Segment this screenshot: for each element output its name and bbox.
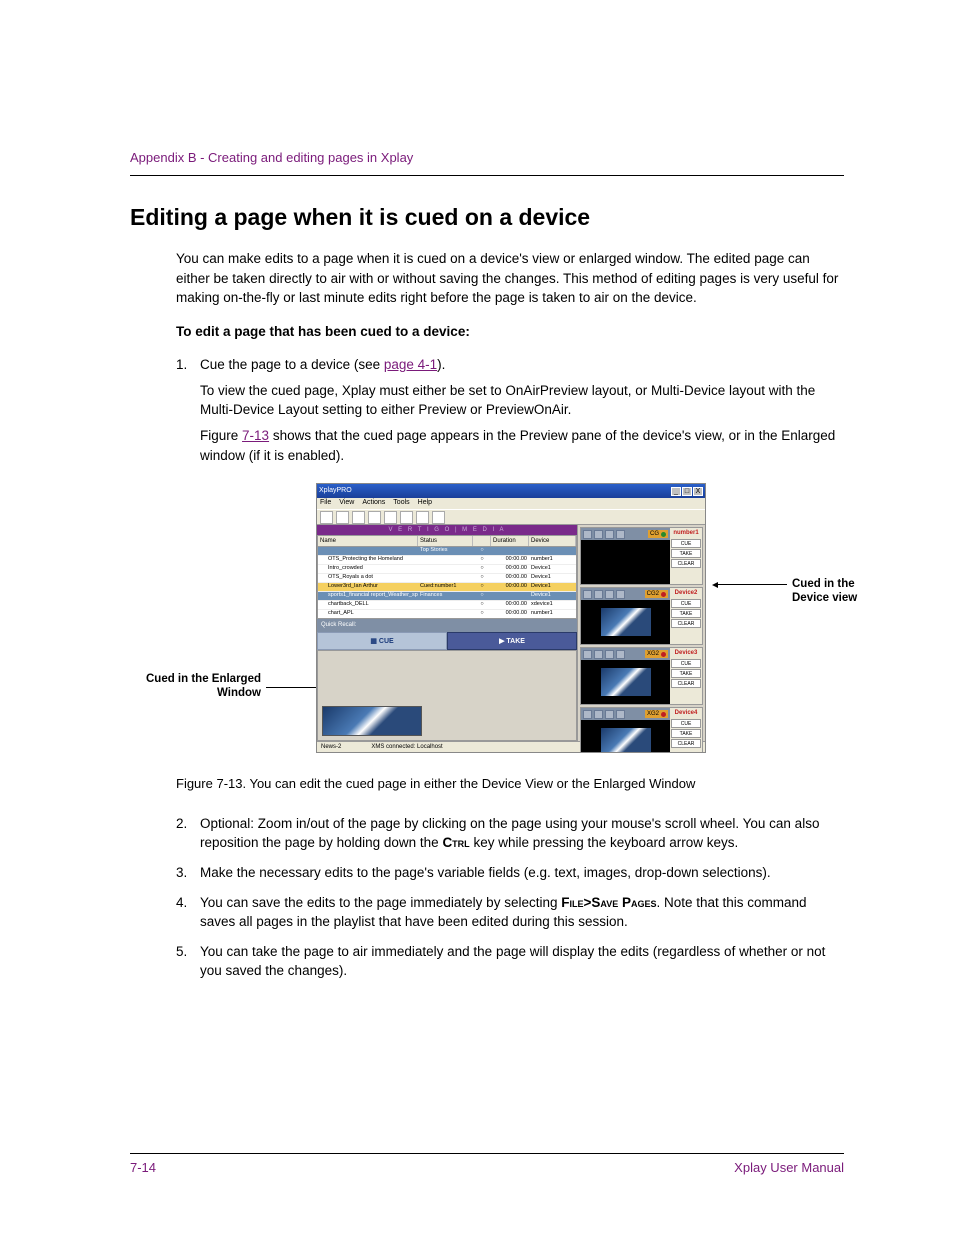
quick-recall: Quick Recall: [317,619,577,632]
toolbar-icon [320,511,333,524]
step-number: 3. [176,863,200,883]
playlist-row: Intro_crowded○00:00.00Device1 [318,565,576,574]
intro-paragraph: You can make edits to a page when it is … [176,249,844,308]
playlist-row: Lower3rd_Ian ArthurCued:number1○00:00.00… [318,583,576,592]
enlarged-thumbnail [322,706,422,736]
running-header: Appendix B - Creating and editing pages … [130,150,844,165]
maximize-icon: □ [682,487,692,496]
take-button: ▶ TAKE [447,632,577,650]
playlist-row: OTS_Protecting the Homeland○00:00.00numb… [318,556,576,565]
menubar: File View Actions Tools Help [317,498,705,509]
procedure-list-cont: 2. Optional: Zoom in/out of the page by … [176,814,844,981]
callout-device-view: Cued in the Device view [792,578,892,606]
page-4-1-link[interactable]: page 4-1 [384,357,437,372]
step1-text: Cue the page to a device (see [200,357,384,372]
step-number: 2. [176,814,200,853]
step4-text: You can save the edits to the page immed… [200,893,844,932]
minimize-icon: _ [671,487,681,496]
step-number: 1. [176,355,200,465]
callout-enlarged-window: Cued in the Enlarged Window [141,673,261,701]
procedure-heading: To edit a page that has been cued to a d… [176,322,844,342]
toolbar [317,509,705,525]
procedure-list: 1. Cue the page to a device (see page 4-… [176,355,844,465]
toolbar-icon [432,511,445,524]
device-view: XG2 Device4 CUETAKECLEAR [580,707,703,753]
playlist-row: sports1_financial report_Weather_sportsF… [318,592,576,601]
step1-sub2: Figure 7-13 shows that the cued page app… [200,426,844,465]
toolbar-icon [416,511,429,524]
playlist-panel: Name Status Duration Device Top Stories○… [317,535,577,619]
device-view: CG2 Device2 CUETAKECLEAR [580,587,703,645]
window-titlebar: XplayPRO _ □ X [317,484,705,498]
header-rule [130,175,844,176]
cue-button: ▦ CUE [317,632,447,650]
toolbar-icon [352,511,365,524]
figure-7-13-link[interactable]: 7-13 [242,428,269,443]
toolbar-icon [336,511,349,524]
page-title: Editing a page when it is cued on a devi… [130,204,844,231]
page-footer: 7-14 Xplay User Manual [130,1153,844,1175]
playlist-row: chart_APL○00:00.00number1 [318,610,576,619]
step5-text: You can take the page to air immediately… [200,942,844,981]
step3-text: Make the necessary edits to the page's v… [200,863,844,883]
step2-text: Optional: Zoom in/out of the page by cli… [200,814,844,853]
figure-7-13: Cued in the Enlarged Window Cued in the … [176,483,844,763]
figure-caption: Figure 7-13. You can edit the cued page … [176,775,844,794]
playlist-row: Top Stories○ [318,547,576,556]
step-number: 4. [176,893,200,932]
step-number: 5. [176,942,200,981]
manual-title: Xplay User Manual [734,1160,844,1175]
brand-bar: V E R T I G O | M E D I A [317,525,577,535]
device-view: XG2 Device3 CUETAKECLEAR [580,647,703,705]
toolbar-icon [368,511,381,524]
step1-sub1: To view the cued page, Xplay must either… [200,381,844,420]
playlist-row: OTS_Royals a dot○00:00.00Device1 [318,574,576,583]
page-number: 7-14 [130,1160,156,1175]
device-view: CG number1 CUETAKECLEAR [580,527,703,585]
xplay-screenshot: XplayPRO _ □ X File View Actions Tools H… [316,483,706,753]
playlist-row: chartback_DELL○00:00.00xdevice1 [318,601,576,610]
toolbar-icon [384,511,397,524]
toolbar-icon [400,511,413,524]
enlarged-window [317,650,577,742]
close-icon: X [693,487,703,496]
